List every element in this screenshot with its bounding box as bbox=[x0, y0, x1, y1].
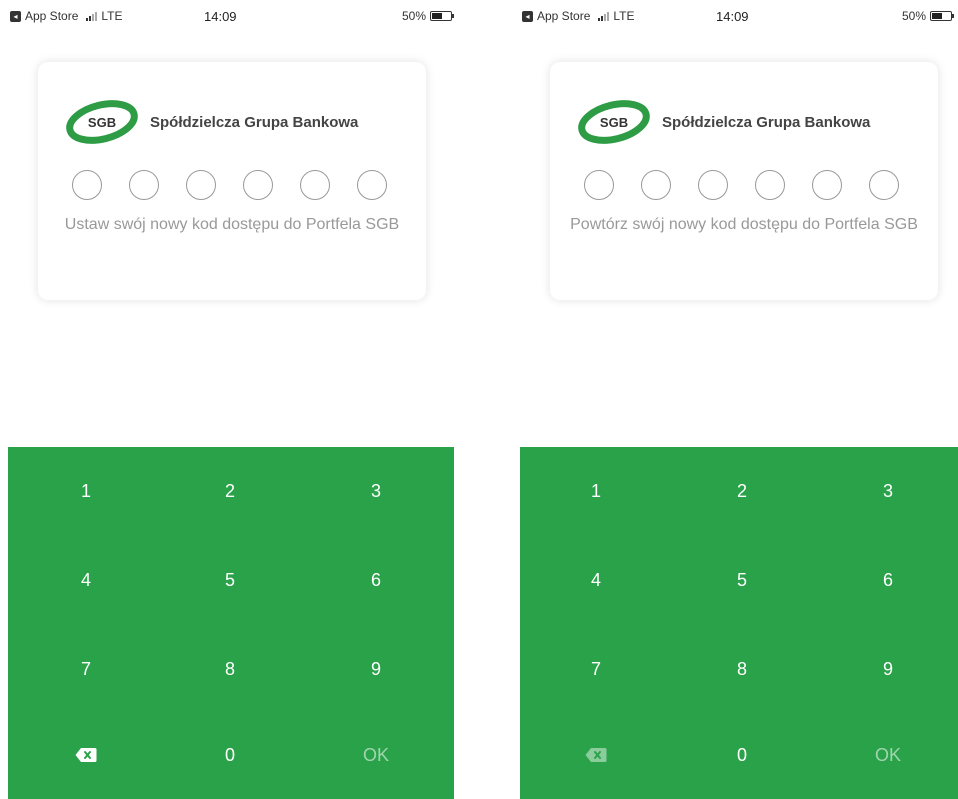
backspace-icon bbox=[585, 747, 607, 763]
sgb-logo: SGB bbox=[66, 100, 138, 144]
battery-icon bbox=[430, 11, 454, 21]
key-2[interactable]: 2 bbox=[682, 461, 802, 521]
key-9[interactable]: 9 bbox=[828, 639, 948, 699]
sgb-logo: SGB bbox=[578, 100, 650, 144]
key-7[interactable]: 7 bbox=[26, 639, 146, 699]
status-battery-percent: 50% bbox=[901, 9, 926, 23]
key-1[interactable]: 1 bbox=[536, 461, 656, 521]
phone-screen-repeat-pin: ◂ App Store LTE 14:09 50% SGB Spółdzielc… bbox=[520, 0, 958, 799]
key-8[interactable]: 8 bbox=[170, 639, 290, 699]
status-time: 14:09 bbox=[716, 9, 749, 24]
status-carrier[interactable]: App Store bbox=[25, 9, 78, 23]
key-5[interactable]: 5 bbox=[170, 550, 290, 610]
app-store-icon[interactable]: ◂ bbox=[522, 10, 533, 22]
keypad-row: 0 OK bbox=[520, 711, 958, 799]
status-battery-percent: 50% bbox=[401, 9, 426, 23]
key-8[interactable]: 8 bbox=[682, 639, 802, 699]
pin-dot bbox=[300, 170, 330, 200]
key-1[interactable]: 1 bbox=[26, 461, 146, 521]
backspace-button[interactable] bbox=[26, 725, 146, 785]
status-network: LTE bbox=[613, 9, 635, 23]
logo-text: SGB bbox=[88, 115, 116, 130]
backspace-button[interactable] bbox=[536, 725, 656, 785]
key-3[interactable]: 3 bbox=[828, 461, 948, 521]
keypad-row: 1 2 3 bbox=[520, 447, 958, 535]
pin-instruction: Powtórz swój nowy kod dostępu do Portfel… bbox=[570, 216, 918, 233]
pin-instruction: Ustaw swój nowy kod dostępu do Portfela … bbox=[64, 216, 400, 233]
keypad-row: 7 8 9 bbox=[8, 625, 454, 713]
key-5[interactable]: 5 bbox=[682, 550, 802, 610]
bank-name: Spółdzielcza Grupa Bankowa bbox=[662, 113, 871, 131]
key-6[interactable]: 6 bbox=[828, 550, 948, 610]
keypad-row: 1 2 3 bbox=[8, 447, 454, 535]
pin-card: SGB Spółdzielcza Grupa Bankowa Ustaw swó… bbox=[38, 62, 426, 300]
numeric-keypad: 1 2 3 4 5 6 7 8 9 0 OK bbox=[520, 447, 958, 799]
pin-dot bbox=[698, 170, 728, 200]
keypad-row: 7 8 9 bbox=[520, 625, 958, 713]
battery-icon bbox=[930, 11, 954, 21]
pin-dot bbox=[72, 170, 102, 200]
status-bar: ◂ App Store LTE 14:09 50% bbox=[8, 0, 458, 30]
pin-dot bbox=[812, 170, 842, 200]
key-0[interactable]: 0 bbox=[682, 725, 802, 785]
ok-button[interactable]: OK bbox=[316, 725, 436, 785]
logo-text: SGB bbox=[600, 115, 628, 130]
pin-dot bbox=[243, 170, 273, 200]
bank-name: Spółdzielcza Grupa Bankowa bbox=[150, 113, 359, 131]
app-store-icon[interactable]: ◂ bbox=[10, 10, 21, 22]
signal-icon bbox=[598, 11, 610, 21]
pin-indicator bbox=[72, 170, 387, 200]
key-6[interactable]: 6 bbox=[316, 550, 436, 610]
signal-icon bbox=[86, 11, 98, 21]
pin-indicator bbox=[584, 170, 899, 200]
key-2[interactable]: 2 bbox=[170, 461, 290, 521]
key-4[interactable]: 4 bbox=[26, 550, 146, 610]
backspace-icon bbox=[75, 747, 97, 763]
key-4[interactable]: 4 bbox=[536, 550, 656, 610]
status-carrier[interactable]: App Store bbox=[537, 9, 590, 23]
phone-screen-set-pin: ◂ App Store LTE 14:09 50% SGB Spółdzielc… bbox=[8, 0, 458, 799]
pin-dot bbox=[584, 170, 614, 200]
keypad-row: 4 5 6 bbox=[8, 536, 454, 624]
pin-card: SGB Spółdzielcza Grupa Bankowa Powtórz s… bbox=[550, 62, 938, 300]
pin-dot bbox=[869, 170, 899, 200]
pin-dot bbox=[641, 170, 671, 200]
numeric-keypad: 1 2 3 4 5 6 7 8 9 0 OK bbox=[8, 447, 454, 799]
pin-dot bbox=[129, 170, 159, 200]
keypad-row: 4 5 6 bbox=[520, 536, 958, 624]
key-9[interactable]: 9 bbox=[316, 639, 436, 699]
status-bar: ◂ App Store LTE 14:09 50% bbox=[520, 0, 958, 30]
pin-dot bbox=[186, 170, 216, 200]
pin-dot bbox=[357, 170, 387, 200]
key-0[interactable]: 0 bbox=[170, 725, 290, 785]
status-time: 14:09 bbox=[204, 9, 237, 24]
pin-dot bbox=[755, 170, 785, 200]
keypad-row: 0 OK bbox=[8, 711, 454, 799]
key-3[interactable]: 3 bbox=[316, 461, 436, 521]
ok-button[interactable]: OK bbox=[828, 725, 948, 785]
key-7[interactable]: 7 bbox=[536, 639, 656, 699]
status-network: LTE bbox=[101, 9, 123, 23]
